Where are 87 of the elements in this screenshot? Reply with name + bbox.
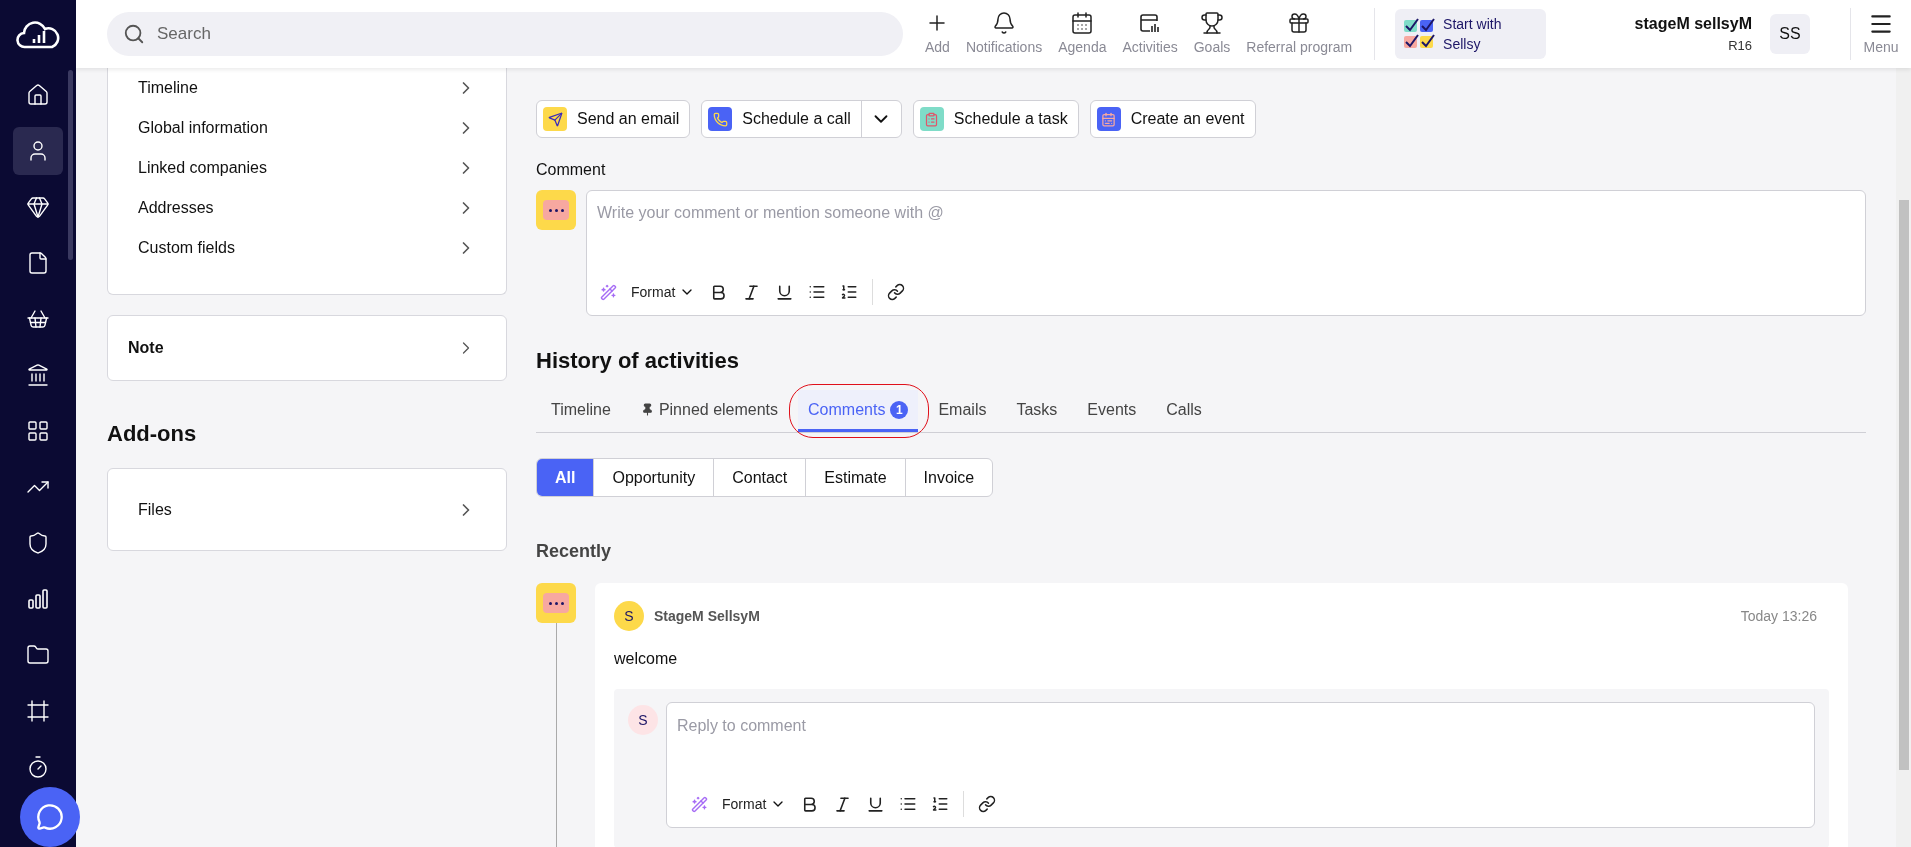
start-with-sellsy-button[interactable]: Start with Sellsy xyxy=(1395,9,1547,59)
search-icon xyxy=(123,23,145,45)
magic-wand-icon[interactable] xyxy=(600,283,617,301)
section-link[interactable]: Global information xyxy=(138,116,268,140)
clipboard-icon xyxy=(919,107,944,131)
comment-input[interactable]: Write your comment or mention someone with @ xyxy=(597,201,1855,225)
reply-avatar: S xyxy=(628,705,658,735)
document-icon xyxy=(26,251,50,275)
scrollbar-thumb[interactable] xyxy=(68,70,73,260)
list-icon[interactable] xyxy=(808,283,827,301)
filter-segment[interactable]: All xyxy=(537,459,594,496)
frame-icon xyxy=(26,699,50,723)
comment-icon xyxy=(536,190,576,230)
user-avatar[interactable]: SS xyxy=(1770,14,1810,54)
addons-heading: Add-ons xyxy=(107,420,198,448)
bank-icon xyxy=(26,363,50,387)
link-icon[interactable] xyxy=(887,283,906,301)
bell-icon xyxy=(992,10,1017,35)
bar-chart-icon xyxy=(26,587,50,611)
underline-icon[interactable] xyxy=(866,794,886,814)
filter-segment[interactable]: Estimate xyxy=(805,459,905,496)
calendar-icon xyxy=(1070,10,1095,35)
comment-label: Comment xyxy=(536,160,607,180)
scrollbar-thumb[interactable] xyxy=(1899,200,1909,770)
search-field[interactable]: Search xyxy=(107,12,903,56)
section-link[interactable]: Timeline xyxy=(138,76,198,100)
activity-button[interactable]: Schedule a call xyxy=(702,101,861,137)
folder-icon xyxy=(26,643,50,667)
history-tab[interactable]: Emails xyxy=(928,390,997,432)
format-dropdown[interactable]: Format xyxy=(631,281,676,303)
paper-plane-icon xyxy=(543,107,567,131)
calendar-icon xyxy=(1096,107,1121,131)
toolbar-action[interactable]: Agenda xyxy=(1058,10,1107,58)
toolbar-action[interactable]: Activities xyxy=(1122,10,1178,58)
author-name: StageM SellsyM xyxy=(654,606,760,626)
history-tab[interactable]: Timeline xyxy=(541,390,621,432)
history-tab[interactable]: Comments 1 xyxy=(798,390,919,432)
addon-link[interactable]: Files xyxy=(138,497,172,522)
gift-icon xyxy=(1287,10,1312,35)
count-badge: 1 xyxy=(890,400,909,419)
toolbar-action[interactable]: Goals xyxy=(1193,10,1231,58)
filter-segment[interactable]: Opportunity xyxy=(593,459,714,496)
user-name: stageM sellsyM xyxy=(1634,14,1752,35)
activity-button[interactable]: Schedule a task xyxy=(913,101,1078,137)
home-icon xyxy=(26,83,50,107)
comment-time: Today 13:26 xyxy=(1740,606,1817,626)
underline-icon[interactable] xyxy=(775,282,795,302)
section-link[interactable]: Addresses xyxy=(138,196,214,220)
diamond-icon xyxy=(26,195,50,219)
history-heading: History of activities xyxy=(536,347,740,375)
shield-icon xyxy=(26,531,50,555)
section-link[interactable]: Custom fields xyxy=(138,236,235,260)
nav-item[interactable] xyxy=(13,127,63,175)
filter-segment[interactable]: Contact xyxy=(713,459,806,496)
comment-text: welcome xyxy=(614,649,679,669)
phone-icon xyxy=(708,107,733,131)
user-role: R16 xyxy=(1728,37,1752,56)
stopwatch-icon xyxy=(26,755,50,779)
activity-button[interactable]: Create an event xyxy=(1090,101,1255,137)
comment-icon xyxy=(536,583,576,623)
trophy-icon xyxy=(1200,10,1224,35)
list-icon[interactable] xyxy=(899,795,918,813)
section-link[interactable]: Linked companies xyxy=(138,156,267,180)
reply-editor[interactable]: Reply to comment Format xyxy=(666,702,1815,828)
link-icon[interactable] xyxy=(978,795,997,813)
comment-editor[interactable]: Write your comment or mention someone with @ Format xyxy=(586,190,1866,316)
history-tab[interactable]: Pinned elements xyxy=(630,390,789,432)
menu-button[interactable]: Menu xyxy=(1851,10,1911,58)
format-dropdown[interactable]: Format xyxy=(722,793,767,815)
group-heading: Recently xyxy=(536,540,613,563)
note-link[interactable]: Note xyxy=(128,336,164,360)
chat-icon xyxy=(36,803,64,831)
history-tab[interactable]: Events xyxy=(1077,390,1147,432)
magic-wand-icon[interactable] xyxy=(691,795,708,813)
checkbox-tiles-icon xyxy=(1403,18,1436,50)
history-tab[interactable]: Calls xyxy=(1156,390,1212,432)
pin-icon xyxy=(640,403,654,416)
toolbar-action[interactable]: Add xyxy=(925,10,950,58)
reply-input[interactable]: Reply to comment xyxy=(677,714,1804,738)
author-avatar: S xyxy=(614,601,644,631)
toolbar-action[interactable]: Notifications xyxy=(965,10,1043,58)
history-tab[interactable]: Tasks xyxy=(1006,390,1068,432)
activity-button[interactable]: Send an email xyxy=(537,101,690,137)
filter-segment[interactable]: Invoice xyxy=(904,459,993,496)
numbered-list-icon[interactable] xyxy=(931,795,950,813)
grid-icon xyxy=(26,419,50,443)
numbered-list-icon[interactable] xyxy=(840,283,859,301)
